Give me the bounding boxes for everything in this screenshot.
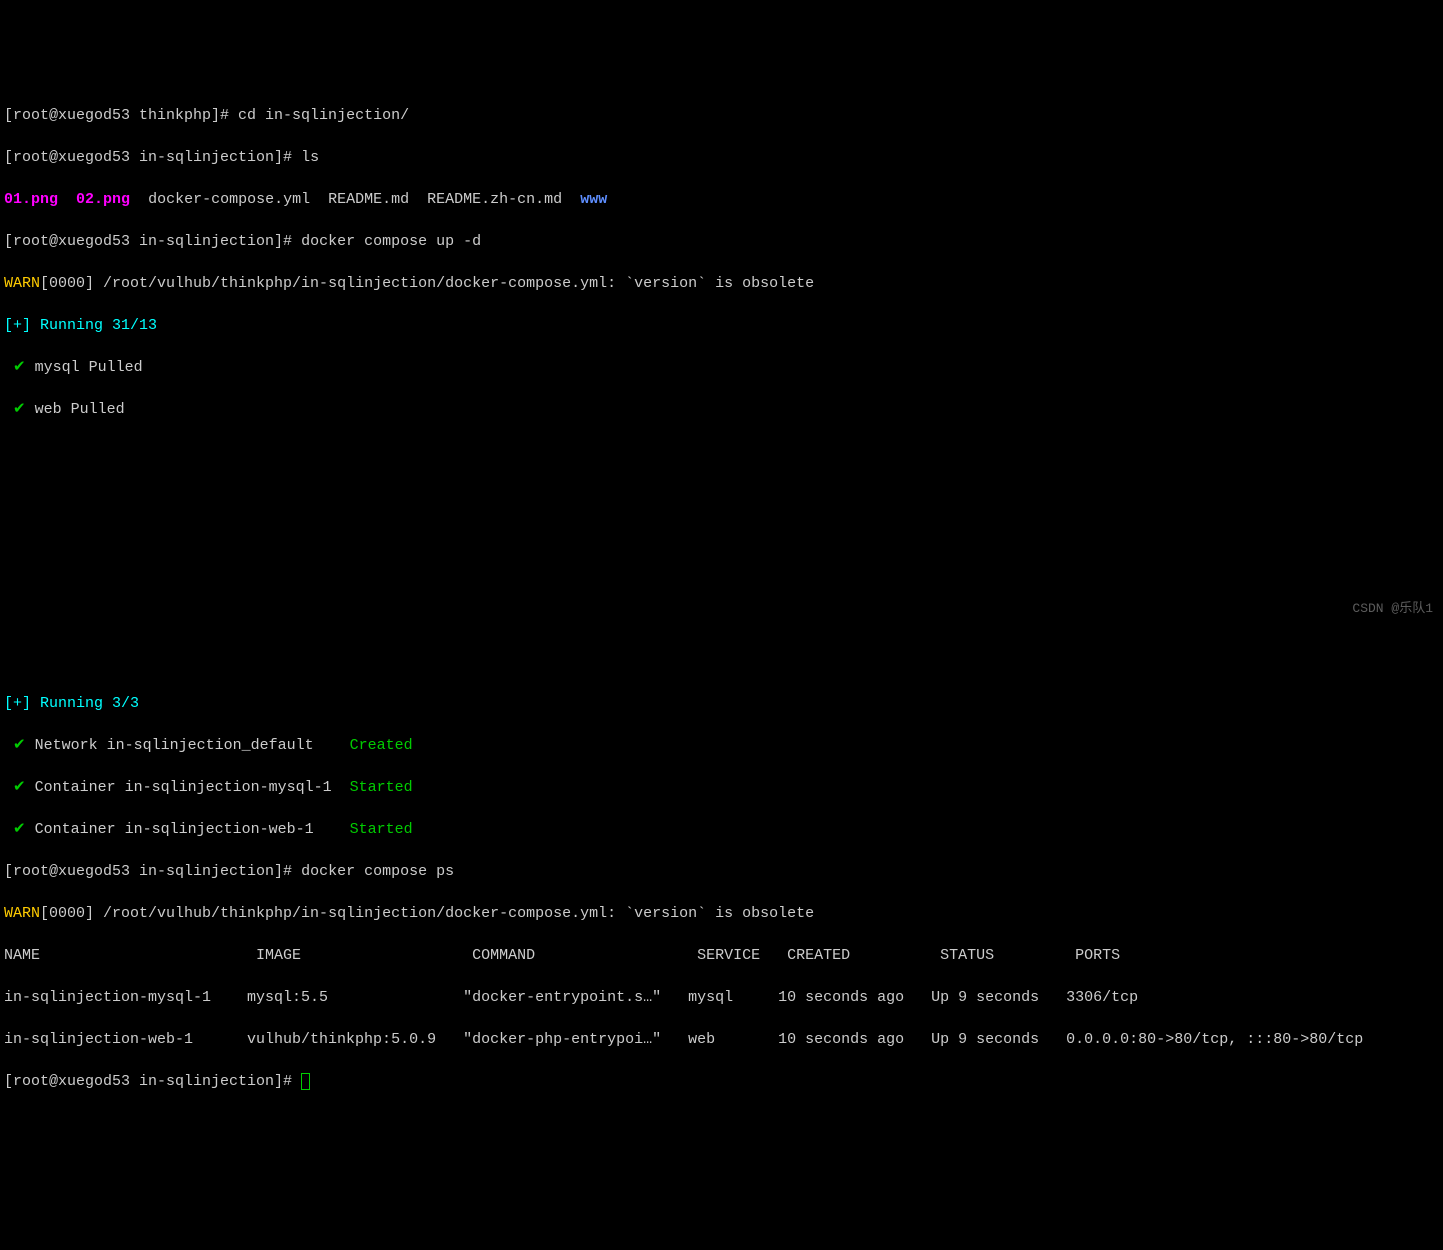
- created-line: ✔ Network in-sqlinjection_default Create…: [4, 735, 1439, 756]
- file: README.zh-cn.md: [427, 191, 562, 208]
- terminal-line: [root@xuegod53 thinkphp]# cd in-sqlinjec…: [4, 105, 1439, 126]
- check-icon: ✔: [4, 779, 26, 796]
- pulled-line: ✔ mysql Pulled: [4, 357, 1439, 378]
- check-icon: ✔: [4, 359, 26, 376]
- started-line: ✔ Container in-sqlinjection-web-1 Starte…: [4, 819, 1439, 840]
- warn-line: WARN[0000] /root/vulhub/thinkphp/in-sqli…: [4, 903, 1439, 924]
- terminal-output: [root@xuegod53 thinkphp]# cd in-sqlinjec…: [4, 84, 1439, 1113]
- ps-header: NAME IMAGE COMMAND SERVICE CREATED STATU…: [4, 945, 1439, 966]
- file: docker-compose.yml: [148, 191, 310, 208]
- terminal-line: [root@xuegod53 in-sqlinjection]# docker …: [4, 231, 1439, 252]
- blank-space: [4, 441, 1439, 672]
- ps-row: in-sqlinjection-mysql-1 mysql:5.5 "docke…: [4, 987, 1439, 1008]
- terminal-line: [root@xuegod53 in-sqlinjection]# ls: [4, 147, 1439, 168]
- status-started: Started: [350, 821, 413, 838]
- started-line: ✔ Container in-sqlinjection-mysql-1 Star…: [4, 777, 1439, 798]
- check-icon: ✔: [4, 821, 26, 838]
- file-png: 01.png: [4, 191, 58, 208]
- pulled-line: ✔ web Pulled: [4, 399, 1439, 420]
- directory: www: [580, 191, 607, 208]
- check-icon: ✔: [4, 401, 26, 418]
- ps-row: in-sqlinjection-web-1 vulhub/thinkphp:5.…: [4, 1029, 1439, 1050]
- prompt-line[interactable]: [root@xuegod53 in-sqlinjection]#: [4, 1071, 1439, 1092]
- running-line: [+] Running 3/3: [4, 693, 1439, 714]
- terminal-line: [root@xuegod53 in-sqlinjection]# docker …: [4, 861, 1439, 882]
- running-line: [+] Running 31/13: [4, 315, 1439, 336]
- warn-line: WARN[0000] /root/vulhub/thinkphp/in-sqli…: [4, 273, 1439, 294]
- status-started: Started: [350, 779, 413, 796]
- cursor: [301, 1073, 310, 1090]
- file-png: 02.png: [76, 191, 130, 208]
- watermark: CSDN @乐队1: [1352, 598, 1433, 619]
- ls-output: 01.png 02.png docker-compose.yml README.…: [4, 189, 1439, 210]
- file: README.md: [328, 191, 409, 208]
- status-created: Created: [350, 737, 413, 754]
- check-icon: ✔: [4, 737, 26, 754]
